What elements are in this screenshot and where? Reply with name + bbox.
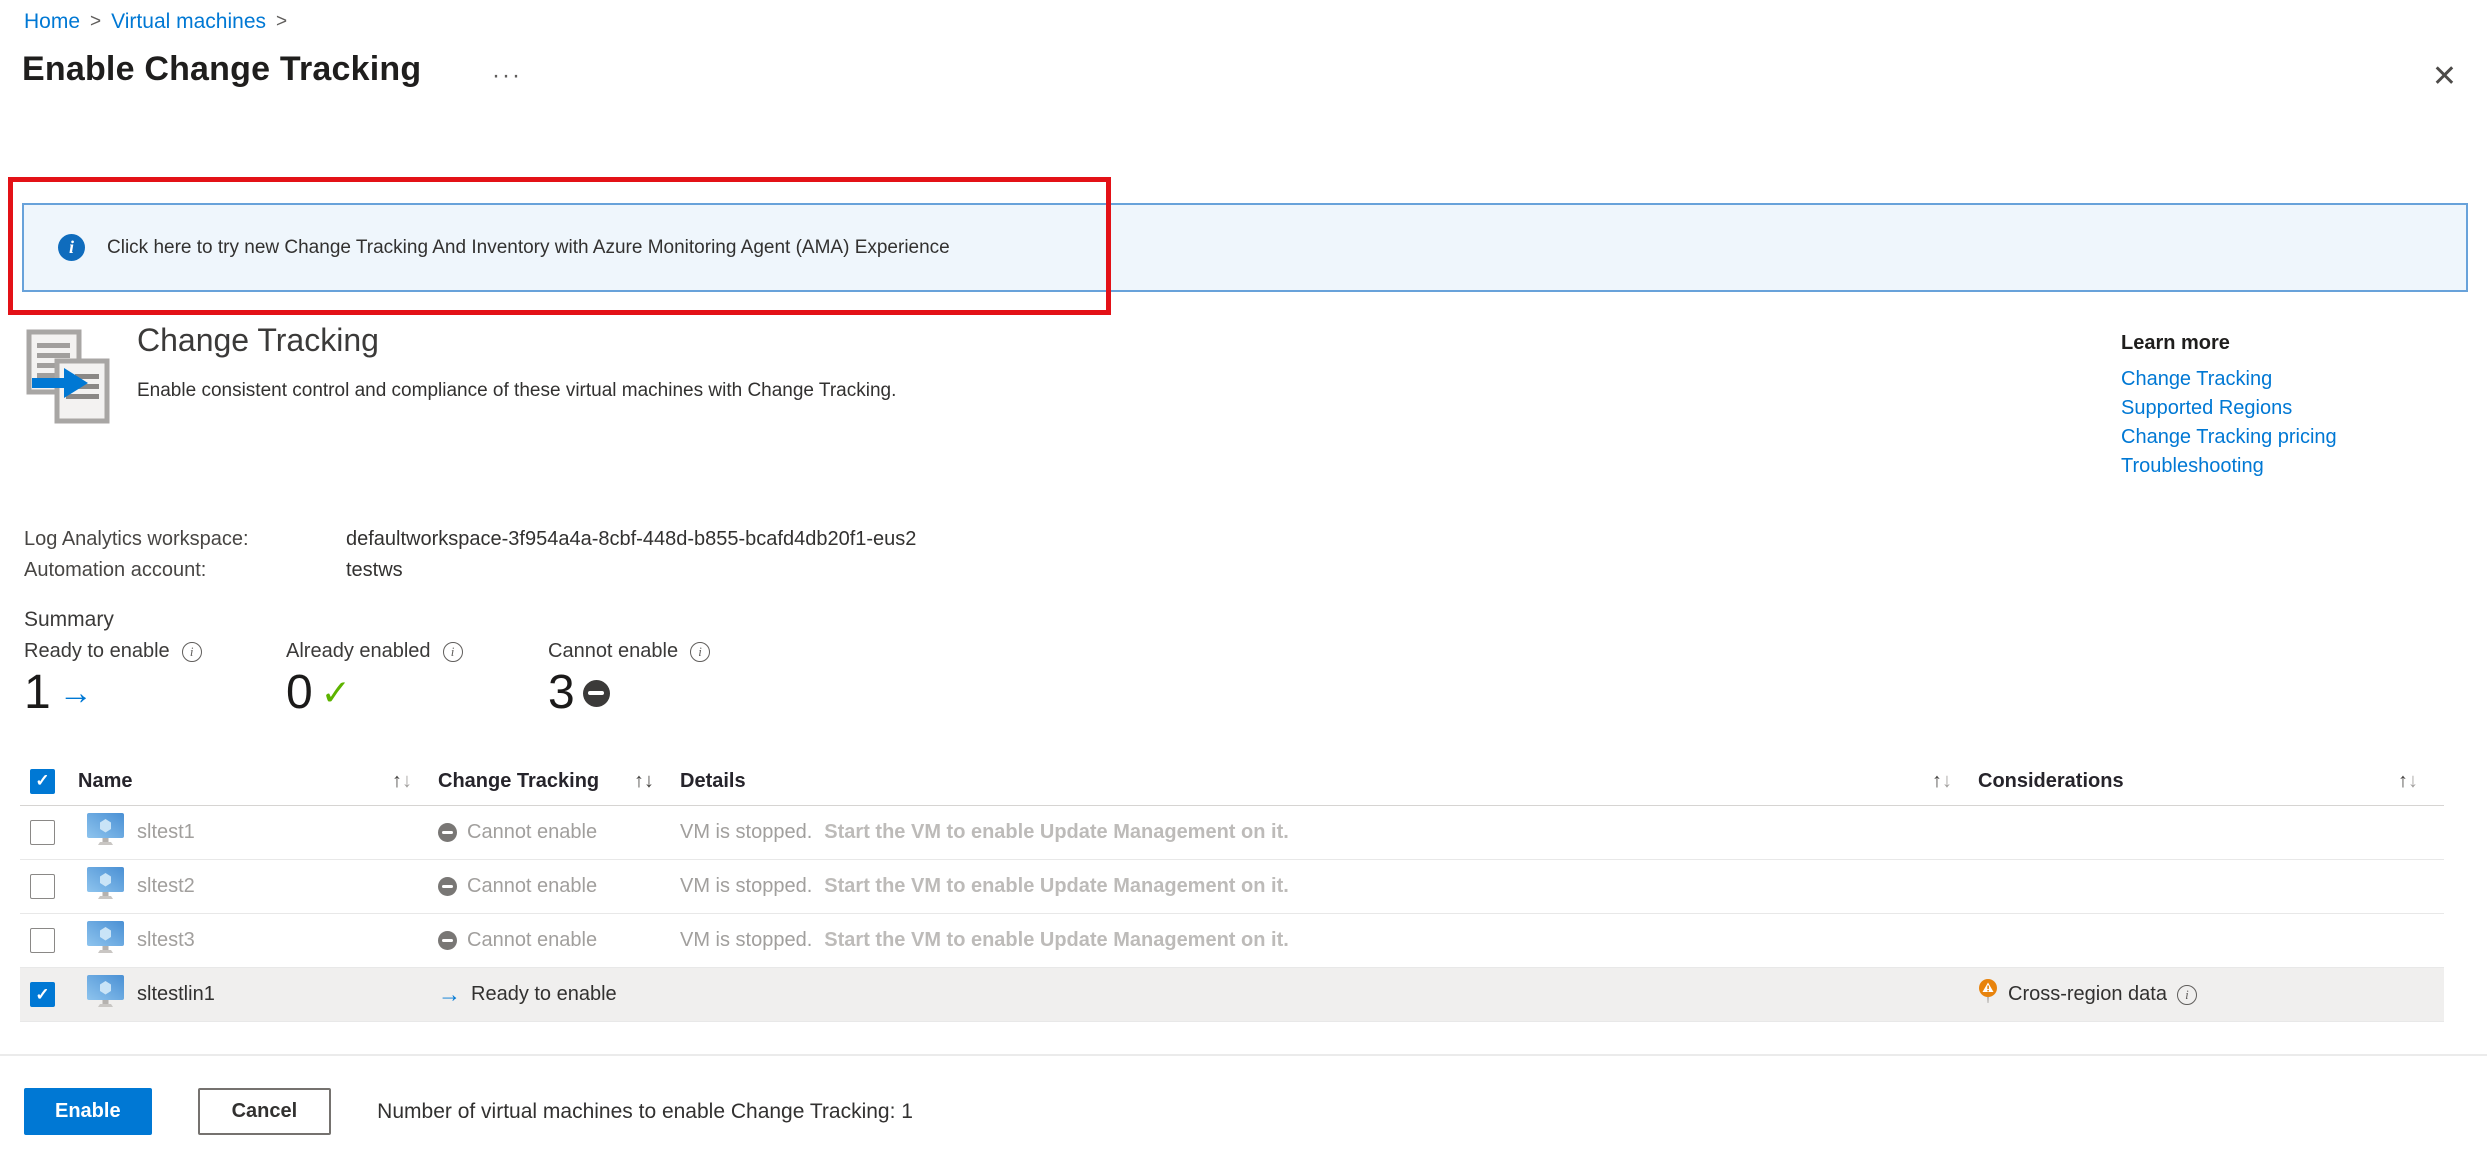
log-analytics-workspace-label: Log Analytics workspace: — [24, 528, 249, 550]
page-title: Enable Change Tracking — [22, 50, 422, 88]
select-all-checkbox[interactable]: ✓ — [30, 768, 55, 794]
stat-ready-value: 1 — [24, 666, 51, 719]
vm-table: ✓ Name ↑↓ Change Tracking ↑↓ Details ↑↓ … — [20, 757, 2444, 1022]
breadcrumb: Home > Virtual machines > — [24, 10, 287, 34]
vm-name: sltest3 — [137, 929, 195, 951]
learn-link-supported-regions[interactable]: Supported Regions — [2121, 394, 2337, 423]
details-text: VM is stopped. — [680, 929, 813, 951]
info-icon: i — [58, 234, 85, 261]
cross-region-warning-icon — [1978, 978, 1998, 1011]
enable-button[interactable]: Enable — [24, 1088, 152, 1135]
section-description: Enable consistent control and compliance… — [137, 380, 897, 401]
ready-arrow-icon: → — [438, 981, 461, 1007]
stat-ready-label: Ready to enable — [24, 640, 170, 662]
table-row-sltest3[interactable]: sltest3 Cannot enable VM is stopped. Sta… — [20, 914, 2444, 968]
change-tracking-status: Cannot enable — [467, 821, 598, 843]
details-text: VM is stopped. — [680, 821, 813, 843]
vm-name: sltest2 — [137, 875, 195, 897]
enabled-check-icon: ✓ — [320, 672, 351, 713]
details-text: VM is stopped. — [680, 875, 813, 897]
table-row-sltest2[interactable]: sltest2 Cannot enable VM is stopped. Sta… — [20, 860, 2444, 914]
breadcrumb-separator: > — [276, 11, 288, 32]
stat-ready-to-enable: Ready to enable i 1 → — [24, 640, 286, 717]
sort-icon[interactable]: ↑↓ — [1932, 770, 1952, 793]
close-icon[interactable]: ✕ — [2432, 62, 2457, 92]
stat-cannot-value: 3 — [548, 666, 575, 719]
breadcrumb-separator: > — [90, 11, 102, 32]
summary-title: Summary — [24, 608, 114, 631]
stat-enabled-value: 0 — [286, 666, 313, 719]
sort-icon[interactable]: ↑↓ — [2398, 770, 2418, 793]
info-icon[interactable]: i — [690, 641, 711, 662]
breadcrumb-virtual-machines-link[interactable]: Virtual machines — [111, 10, 266, 34]
ready-arrow-icon: → — [58, 674, 93, 712]
sort-icon[interactable]: ↑↓ — [392, 770, 412, 793]
footer-divider — [0, 1054, 2487, 1056]
cancel-button[interactable]: Cancel — [197, 1088, 332, 1135]
breadcrumb-home-link[interactable]: Home — [24, 10, 80, 34]
ama-experience-banner[interactable]: i Click here to try new Change Tracking … — [22, 203, 2468, 292]
vm-name: sltest1 — [137, 821, 195, 843]
change-tracking-status: Ready to enable — [471, 983, 617, 1005]
column-header-details[interactable]: Details — [680, 770, 746, 793]
virtual-machine-icon — [87, 975, 124, 1014]
footer-bar: Enable Cancel Number of virtual machines… — [24, 1088, 913, 1135]
info-icon[interactable]: i — [181, 641, 202, 662]
change-tracking-status: Cannot enable — [467, 875, 598, 897]
row-checkbox[interactable] — [30, 874, 55, 899]
vm-name: sltestlin1 — [137, 983, 215, 1005]
learn-link-change-tracking-pricing[interactable]: Change Tracking pricing — [2121, 423, 2337, 452]
details-emphasis-text: Start the VM to enable Update Management… — [824, 875, 1289, 897]
details-emphasis-text: Start the VM to enable Update Management… — [824, 929, 1289, 951]
learn-more-panel: Learn more Change Tracking Supported Reg… — [2121, 332, 2337, 481]
stat-enabled-label: Already enabled — [286, 640, 431, 662]
automation-account-label: Automation account: — [24, 559, 207, 581]
row-checkbox[interactable]: ✓ — [30, 982, 55, 1007]
row-checkbox[interactable] — [30, 928, 55, 953]
cannot-enable-icon — [438, 877, 457, 896]
section-title: Change Tracking — [137, 322, 379, 358]
cannot-enable-icon — [438, 931, 457, 950]
footer-note: Number of virtual machines to enable Cha… — [377, 1099, 913, 1123]
learn-link-change-tracking[interactable]: Change Tracking — [2121, 365, 2337, 394]
info-icon[interactable]: i — [2176, 984, 2197, 1005]
learn-link-troubleshooting[interactable]: Troubleshooting — [2121, 452, 2337, 481]
details-emphasis-text: Start the VM to enable Update Management… — [824, 821, 1289, 843]
virtual-machine-icon — [87, 867, 124, 906]
sort-icon[interactable]: ↑↓ — [634, 770, 654, 793]
virtual-machine-icon — [87, 921, 124, 960]
stat-cannot-enable: Cannot enable i 3 — [548, 640, 810, 717]
virtual-machine-icon — [87, 813, 124, 852]
cannot-enable-icon — [438, 823, 457, 842]
column-header-name[interactable]: Name — [78, 770, 132, 793]
change-tracking-icon — [20, 328, 112, 429]
table-header-row: ✓ Name ↑↓ Change Tracking ↑↓ Details ↑↓ … — [20, 757, 2444, 806]
change-tracking-status: Cannot enable — [467, 929, 598, 951]
banner-text: Click here to try new Change Tracking An… — [107, 236, 950, 258]
column-header-change-tracking[interactable]: Change Tracking — [438, 770, 599, 793]
row-checkbox[interactable] — [30, 820, 55, 845]
log-analytics-workspace-value: defaultworkspace-3f954a4a-8cbf-448d-b855… — [346, 528, 917, 550]
consideration-text: Cross-region data — [2008, 983, 2167, 1005]
learn-more-title: Learn more — [2121, 332, 2230, 354]
cannot-enable-icon — [582, 679, 610, 707]
column-header-considerations[interactable]: Considerations — [1978, 770, 2124, 793]
stat-cannot-label: Cannot enable — [548, 640, 679, 662]
stat-already-enabled: Already enabled i 0 ✓ — [286, 640, 548, 717]
summary-stats: Ready to enable i 1 → Already enabled i … — [24, 640, 810, 717]
workspace-info: Log Analytics workspace: defaultworkspac… — [24, 524, 916, 586]
table-row-sltestlin1[interactable]: ✓ sltestlin1 → Ready to enable Cross-reg… — [20, 968, 2444, 1022]
automation-account-value: testws — [346, 559, 403, 581]
table-row-sltest1[interactable]: sltest1 Cannot enable VM is stopped. Sta… — [20, 806, 2444, 860]
more-options-icon[interactable]: ··· — [492, 62, 522, 90]
enable-change-tracking-page: Home > Virtual machines > Enable Change … — [0, 0, 2487, 1160]
info-icon[interactable]: i — [442, 641, 463, 662]
